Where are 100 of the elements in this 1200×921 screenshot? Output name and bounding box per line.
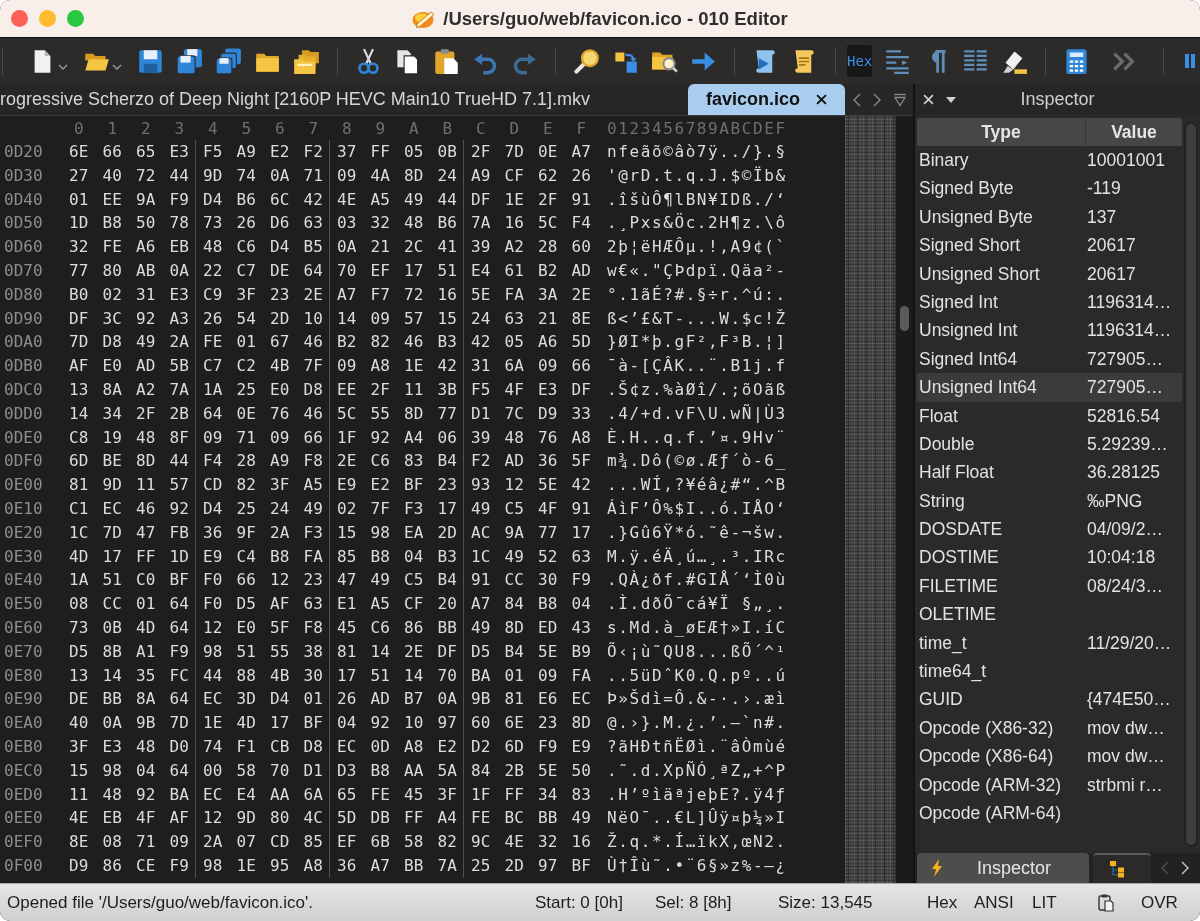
byte-value[interactable]: 65 xyxy=(330,782,364,807)
byte-value[interactable]: 8D xyxy=(497,615,531,640)
decoded-value[interactable]: mov dw… xyxy=(1087,713,1182,743)
byte-value[interactable]: D5 xyxy=(229,592,263,616)
byte-value[interactable]: 07 xyxy=(229,830,263,854)
byte-value[interactable]: 65 xyxy=(129,140,163,164)
byte-value[interactable]: 36 xyxy=(330,853,364,878)
byte-value[interactable]: BC xyxy=(497,806,531,831)
data-type-label[interactable]: Signed Int64 xyxy=(917,344,1087,374)
byte-value[interactable]: E2 xyxy=(363,473,397,497)
byte-value[interactable]: F2 xyxy=(296,140,330,164)
byte-value[interactable]: 49 xyxy=(564,806,598,831)
byte-value[interactable]: EE xyxy=(330,377,364,402)
byte-value[interactable]: 5E xyxy=(531,758,565,783)
data-type-label[interactable]: Signed Byte xyxy=(917,174,1087,203)
data-type-label[interactable]: Half Float xyxy=(917,458,1087,487)
byte-value[interactable]: BB xyxy=(397,853,431,878)
byte-value[interactable]: 2F xyxy=(464,140,498,164)
byte-value[interactable]: 3A xyxy=(531,282,565,307)
byte-value[interactable]: 92 xyxy=(129,782,163,807)
byte-value[interactable]: 13 xyxy=(62,377,96,402)
byte-value[interactable]: 72 xyxy=(129,163,163,188)
data-type-label[interactable]: DOSDATE xyxy=(917,515,1087,544)
byte-value[interactable]: 9A xyxy=(129,187,163,212)
byte-value[interactable]: 4D xyxy=(229,711,263,735)
byte-value[interactable]: E2 xyxy=(430,734,464,759)
byte-value[interactable]: 04 xyxy=(129,758,163,783)
byte-value[interactable]: 97 xyxy=(531,853,565,878)
byte-value[interactable]: 5E xyxy=(464,282,498,307)
byte-value[interactable]: 2C xyxy=(397,235,431,259)
byte-value[interactable]: 2E xyxy=(397,639,431,664)
byte-value[interactable]: 16 xyxy=(430,282,464,307)
byte-value[interactable]: C7 xyxy=(229,259,263,283)
byte-value[interactable]: 34 xyxy=(531,782,565,807)
byte-value[interactable]: A8 xyxy=(397,734,431,759)
clipboard-icon[interactable] xyxy=(1098,893,1114,912)
ascii-text[interactable]: Ž.q.*.Í…ïkX‚œN2. xyxy=(597,830,787,854)
byte-value[interactable]: 3F xyxy=(229,282,263,307)
byte-value[interactable]: AF xyxy=(62,354,96,378)
decoded-value[interactable]: 08/24/3… xyxy=(1087,571,1182,601)
decoded-value[interactable]: 11/29/20… xyxy=(1087,628,1182,658)
byte-value[interactable]: 1E xyxy=(397,354,431,378)
byte-value[interactable]: F0 xyxy=(196,568,230,593)
byte-value[interactable]: D8 xyxy=(296,734,330,759)
byte-value[interactable]: 17 xyxy=(430,496,464,521)
byte-value[interactable]: 4D xyxy=(129,615,163,640)
byte-value[interactable]: 21 xyxy=(531,306,565,331)
byte-value[interactable]: 35 xyxy=(129,663,163,688)
byte-value[interactable]: 11 xyxy=(129,473,163,497)
byte-value[interactable]: BF xyxy=(397,473,431,497)
byte-value[interactable]: 71 xyxy=(296,163,330,188)
byte-value[interactable]: E9 xyxy=(564,734,598,759)
byte-value[interactable]: F3 xyxy=(296,520,330,545)
data-type-label[interactable]: Opcode (X86-32) xyxy=(917,713,1087,743)
byte-value[interactable]: DF xyxy=(62,306,96,331)
byte-value[interactable]: 5F xyxy=(564,449,598,474)
two-floppy-disks-icon[interactable] xyxy=(176,47,203,75)
ascii-text[interactable]: w€«."ÇÞdpï.Qäa²- xyxy=(597,259,787,283)
byte-value[interactable]: 9C xyxy=(464,830,498,854)
byte-value[interactable]: 02 xyxy=(95,282,129,307)
byte-value[interactable]: AB xyxy=(129,259,163,283)
byte-value[interactable]: 26 xyxy=(564,163,598,188)
byte-value[interactable]: 64 xyxy=(162,758,196,783)
byte-value[interactable]: 98 xyxy=(196,639,230,664)
byte-value[interactable]: 32 xyxy=(363,211,397,236)
column-header[interactable]: Value xyxy=(1086,118,1182,146)
data-type-label[interactable]: Unsigned Int xyxy=(917,316,1087,345)
byte-value[interactable]: A9 xyxy=(464,163,498,188)
data-type-label[interactable]: Opcode (ARM-32) xyxy=(917,770,1087,799)
byte-value[interactable]: 4E xyxy=(62,806,96,831)
byte-value[interactable]: D4 xyxy=(196,496,230,521)
byte-value[interactable]: B2 xyxy=(531,259,565,283)
byte-value[interactable]: 1C xyxy=(62,520,96,545)
byte-value[interactable]: 28 xyxy=(531,235,565,259)
byte-value[interactable]: F9 xyxy=(162,639,196,664)
decoded-value[interactable]: strbmi r… xyxy=(1087,770,1182,799)
hex-mode-button[interactable]: Hex xyxy=(847,45,873,77)
ascii-text[interactable]: }ØI*þ.gF²‚F³B.¦] xyxy=(597,330,787,355)
byte-value[interactable]: 17 xyxy=(564,520,598,545)
byte-value[interactable]: 9B xyxy=(129,711,163,735)
byte-value[interactable]: 82 xyxy=(363,330,397,355)
byte-value[interactable]: F8 xyxy=(296,449,330,474)
byte-value[interactable]: 0A xyxy=(95,711,129,735)
byte-value[interactable]: C7 xyxy=(196,354,230,378)
byte-value[interactable]: 3F xyxy=(62,734,96,759)
decoded-value[interactable]: 20617 xyxy=(1087,231,1182,260)
byte-value[interactable]: 22 xyxy=(196,259,230,283)
decoded-value[interactable]: 5.29239… xyxy=(1087,429,1182,459)
byte-value[interactable]: A5 xyxy=(363,592,397,616)
byte-value[interactable]: 2E xyxy=(296,282,330,307)
byte-value[interactable]: 5E xyxy=(531,473,565,497)
scissors-icon[interactable] xyxy=(355,47,382,75)
byte-value[interactable]: 2F xyxy=(363,377,397,402)
byte-value[interactable]: 1E xyxy=(229,853,263,878)
byte-value[interactable]: E0 xyxy=(263,377,297,402)
byte-value[interactable]: 3B xyxy=(430,377,464,402)
byte-value[interactable]: F1 xyxy=(229,734,263,759)
decoded-value[interactable]: 1196314… xyxy=(1087,316,1182,345)
byte-value[interactable]: 09 xyxy=(162,830,196,854)
stacked-folders-icon[interactable] xyxy=(293,47,320,75)
